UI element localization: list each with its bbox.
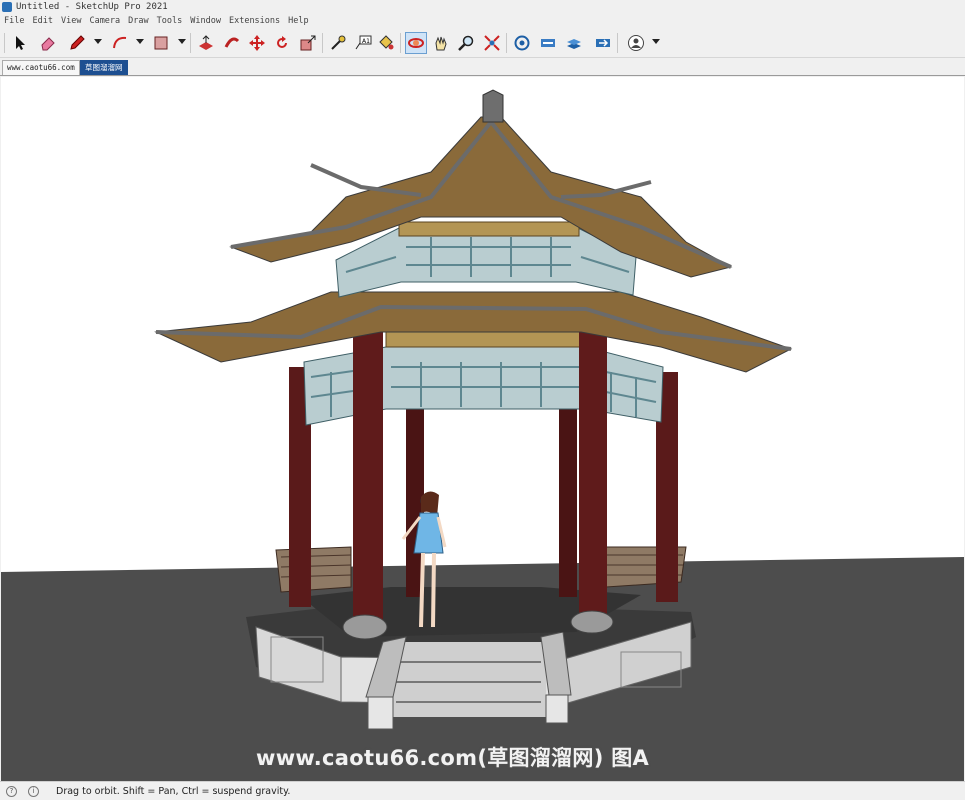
paint-bucket-icon[interactable]: [375, 32, 397, 54]
menu-view[interactable]: View: [61, 14, 81, 29]
chevron-down-icon[interactable]: [136, 39, 144, 44]
push-pull-icon[interactable]: [195, 32, 217, 54]
account-icon[interactable]: [625, 32, 647, 54]
follow-me-icon[interactable]: [221, 32, 243, 54]
menu-draw[interactable]: Draw: [128, 14, 148, 29]
orbit-icon[interactable]: [405, 32, 427, 54]
select-icon[interactable]: [9, 32, 31, 54]
toolbar-separator: [190, 33, 191, 53]
pavilion-model: [1, 89, 964, 781]
watermark-text: www.caotu66.com(草图溜溜网) 图A: [256, 746, 650, 770]
title-bar: Untitled - SketchUp Pro 2021: [0, 0, 965, 14]
text-icon[interactable]: A1: [352, 32, 374, 54]
zoom-extents-icon[interactable]: [481, 32, 503, 54]
arc-icon[interactable]: [109, 32, 131, 54]
scene-tab[interactable]: www.caotu66.com: [2, 60, 80, 75]
chevron-down-icon[interactable]: [178, 39, 186, 44]
toolbar-separator: [617, 33, 618, 53]
pencil-icon[interactable]: [66, 32, 88, 54]
info-icon[interactable]: i: [28, 786, 39, 797]
toolbar-separator: [4, 33, 5, 53]
menu-window[interactable]: Window: [190, 14, 221, 29]
scene-tab-selected[interactable]: 草图溜溜网: [80, 60, 128, 75]
pan-icon[interactable]: [430, 32, 452, 54]
menu-camera[interactable]: Camera: [89, 14, 120, 29]
rectangle-icon[interactable]: [150, 32, 172, 54]
menu-file[interactable]: File: [4, 14, 24, 29]
toolbar-separator: [400, 33, 401, 53]
menu-bar: File Edit View Camera Draw Tools Window …: [0, 14, 965, 29]
move-icon[interactable]: [246, 32, 268, 54]
toolbar: A1: [0, 29, 965, 58]
layout-icon[interactable]: [563, 32, 585, 54]
menu-extensions[interactable]: Extensions: [229, 14, 280, 29]
extension-warehouse-icon[interactable]: [537, 32, 559, 54]
svg-text:A1: A1: [362, 38, 370, 45]
menu-help[interactable]: Help: [288, 14, 308, 29]
menu-edit[interactable]: Edit: [32, 14, 52, 29]
rotate-icon[interactable]: [271, 32, 293, 54]
eraser-icon[interactable]: [37, 32, 59, 54]
warehouse-icon[interactable]: [511, 32, 533, 54]
send-to-layout-icon[interactable]: [592, 32, 614, 54]
toolbar-separator: [322, 33, 323, 53]
scale-icon[interactable]: [297, 32, 319, 54]
scene-tab-bar: www.caotu66.com 草图溜溜网: [0, 58, 965, 76]
window-title: Untitled - SketchUp Pro 2021: [16, 2, 168, 12]
toolbar-separator: [506, 33, 507, 53]
status-bar: ? i Drag to orbit. Shift = Pan, Ctrl = s…: [0, 781, 965, 800]
tape-measure-icon[interactable]: [327, 32, 349, 54]
geo-location-icon[interactable]: ?: [6, 786, 17, 797]
drawing-viewport[interactable]: www.caotu66.com(草图溜溜网) 图A: [1, 77, 964, 781]
menu-tools[interactable]: Tools: [157, 14, 183, 29]
status-hint: Drag to orbit. Shift = Pan, Ctrl = suspe…: [56, 786, 291, 797]
sketchup-logo-icon: [2, 2, 12, 12]
zoom-icon[interactable]: [455, 32, 477, 54]
chevron-down-icon[interactable]: [652, 39, 660, 44]
chevron-down-icon[interactable]: [94, 39, 102, 44]
